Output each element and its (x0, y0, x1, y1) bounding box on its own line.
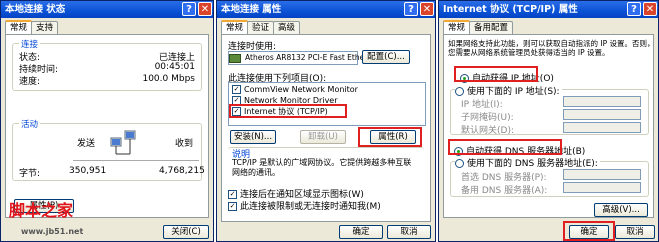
connection-group-title: 连接 (19, 38, 41, 50)
item-label: CommView Network Monitor (244, 85, 358, 94)
radio-icon[interactable] (455, 159, 464, 168)
static-ip-group: 使用下面的 IP 地址(S): IP 地址(I): 子网掩码(U): 默认网关(… (450, 84, 649, 136)
list-item[interactable]: ✓ CommView Network Monitor (229, 84, 425, 95)
ok-button[interactable]: 确定 (339, 225, 383, 239)
description-group: 说明 TCP/IP 是默认的广域网协议。它提供跨越多种互联网络的通讯。 (228, 147, 424, 181)
preferred-dns-field[interactable] (563, 169, 641, 180)
intro-text-2: 您需要从网络系统管理员处获得适当的 IP 设置。 (448, 48, 610, 57)
close-icon[interactable]: ✕ (643, 2, 657, 16)
connection-group: 连接 状态: 已连接上 持续时间: 00:45:01 速度: 100.0 Mbp… (12, 38, 202, 91)
gateway-label: 默认网关(D): (461, 126, 514, 136)
sent-label: 发送 (77, 139, 96, 149)
use-dns-option[interactable]: 使用下面的 DNS 服务器地址(E): (455, 156, 600, 169)
status-title-bar[interactable]: 本地连接 状态 ? ✕ (1, 1, 213, 18)
close-button[interactable]: 关闭(C) (163, 225, 209, 239)
subnet-mask-label: 子网掩码(U): (461, 113, 514, 123)
highlight-box (448, 139, 562, 155)
tab-general[interactable]: 常规 (221, 20, 249, 35)
close-icon[interactable]: ✕ (420, 2, 434, 16)
speed-value: 100.0 Mbps (142, 74, 195, 84)
tab-advanced[interactable]: 高级 (273, 21, 301, 34)
window-title: Internet 协议 (TCP/IP) 属性 (443, 4, 578, 15)
help-icon[interactable]: ? (182, 2, 196, 16)
activity-group-title: 活动 (19, 118, 41, 130)
tab-general[interactable]: 常规 (5, 20, 33, 35)
subnet-mask-field[interactable] (563, 109, 641, 120)
highlight-box (563, 221, 615, 241)
properties-panel: 连接时使用: Atheros AR8132 PCI-E Fast Ethe 配置… (221, 34, 431, 222)
ok-label: 确定 (352, 227, 370, 237)
ip-address-label: IP 地址(I): (461, 100, 503, 110)
configure-button[interactable]: 配置(C)... (362, 50, 410, 64)
cancel-button[interactable]: 取消 (615, 225, 655, 239)
highlight-box (454, 66, 538, 82)
alternate-dns-label: 备用 DNS 服务器(A): (461, 186, 548, 196)
duration-value: 00:45:01 (154, 62, 195, 72)
received-bytes: 4,768,215 (159, 166, 205, 176)
tab-support[interactable]: 支持 (31, 21, 59, 34)
description-text: TCP/IP 是默认的广域网协议。它提供跨越多种互联网络的通讯。 (232, 158, 412, 177)
tab-general[interactable]: 常规 (443, 20, 471, 35)
close-icon[interactable]: ✕ (198, 2, 212, 16)
tcpip-panel: 如果网络支持此功能，则可以获取自动指派的 IP 设置。否则， 您需要从网络系统管… (443, 34, 655, 218)
gateway-field[interactable] (563, 122, 641, 133)
tcpip-title-bar[interactable]: Internet 协议 (TCP/IP) 属性 ? ✕ (439, 1, 658, 18)
sent-bytes: 350,951 (69, 166, 107, 176)
received-label: 收到 (175, 139, 194, 149)
install-label: 安装(N)... (233, 132, 273, 142)
highlight-box (358, 127, 422, 147)
properties-window: 本地连接 属性 ? ✕ 常规 验证 高级 连接时使用: Atheros AR81… (216, 0, 436, 242)
adapter-field: Atheros AR8132 PCI-E Fast Ethe (228, 51, 364, 65)
tcpip-window: Internet 协议 (TCP/IP) 属性 ? ✕ 常规 备用配置 如果网络… (438, 0, 659, 242)
activity-divider (73, 160, 199, 161)
properties-title-bar[interactable]: 本地连接 属性 ? ✕ (217, 1, 435, 18)
tab-alternate-config[interactable]: 备用配置 (469, 21, 514, 34)
preferred-dns-label: 首选 DNS 服务器(P): (461, 173, 547, 183)
cancel-label: 取消 (400, 227, 418, 237)
watermark-logo: 脚本之家 (9, 197, 73, 221)
network-adapter-icon (229, 53, 241, 63)
uninstall-button[interactable]: 卸载(U) (300, 130, 346, 144)
use-ip-option[interactable]: 使用下面的 IP 地址(S): (455, 84, 562, 97)
notify-option[interactable]: ✓ 此连接被限制或无连接时通知我(M) (228, 199, 381, 212)
install-button[interactable]: 安装(N)... (230, 130, 276, 144)
static-dns-group: 使用下面的 DNS 服务器地址(E): 首选 DNS 服务器(P): 备用 DN… (450, 156, 649, 197)
network-computers-icon (109, 128, 139, 158)
help-icon[interactable]: ? (627, 2, 641, 16)
use-ip-label: 使用下面的 IP 地址(S): (467, 87, 560, 97)
cancel-button[interactable]: 取消 (387, 225, 431, 239)
advanced-button[interactable]: 高级(V)... (594, 203, 648, 217)
activity-group: 活动 发送 收到 字节: 350,951 4,768,215 (12, 118, 205, 181)
watermark-url: www.jb51.net (21, 227, 84, 236)
close-button-label: 关闭(C) (171, 227, 201, 237)
configure-label: 配置(C)... (367, 52, 405, 62)
checkbox-icon[interactable]: ✓ (228, 202, 237, 211)
use-dns-label: 使用下面的 DNS 服务器地址(E): (467, 159, 598, 169)
radio-icon[interactable] (455, 87, 464, 96)
checkbox-icon[interactable]: ✓ (228, 190, 237, 199)
window-title: 本地连接 属性 (221, 4, 282, 15)
notify-label: 此连接被限制或无连接时通知我(M) (240, 202, 381, 212)
status-panel: 连接 状态: 已连接上 持续时间: 00:45:01 速度: 100.0 Mbp… (5, 34, 209, 218)
checkbox-icon[interactable]: ✓ (232, 85, 241, 94)
highlight-box (229, 104, 347, 118)
cancel-label: 取消 (626, 227, 644, 237)
items-list: ✓ CommView Network Monitor ✓ Network Monit… (228, 82, 426, 126)
ip-address-field[interactable] (563, 96, 641, 107)
watermark-text: 脚本之家 (9, 201, 74, 220)
bytes-label: 字节: (19, 169, 41, 179)
status-window: 本地连接 状态 ? ✕ 常规 支持 连接 状态: 已连接上 持续时间: 00:4… (0, 0, 214, 242)
adapter-name: Atheros AR8132 PCI-E Fast Ethe (245, 53, 365, 62)
window-title: 本地连接 状态 (5, 4, 66, 15)
uninstall-label: 卸载(U) (308, 132, 338, 142)
speed-label: 速度: (19, 77, 41, 87)
alternate-dns-field[interactable] (563, 182, 641, 193)
tab-authentication[interactable]: 验证 (247, 21, 275, 34)
advanced-label: 高级(V)... (602, 205, 640, 215)
help-icon[interactable]: ? (404, 2, 418, 16)
